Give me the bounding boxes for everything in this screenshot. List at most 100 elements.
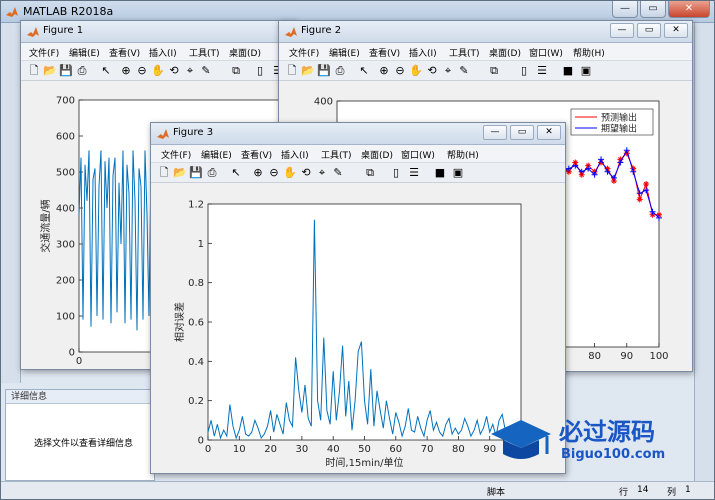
open-icon[interactable]: 📂 <box>301 64 315 78</box>
x-tick-label: 0 <box>205 444 211 455</box>
menu-help[interactable]: 帮助(H) <box>447 148 479 161</box>
menu-window[interactable]: 窗口(W) <box>529 46 563 59</box>
left-dock-strip <box>1 23 21 383</box>
show-tools-icon[interactable]: ▣ <box>579 64 593 78</box>
menu-insert[interactable]: 插入(I) <box>409 46 437 59</box>
x-tick-label: 60 <box>389 444 402 455</box>
new-figure-icon[interactable]: 🗋 <box>285 64 299 78</box>
new-figure-icon[interactable]: 🗋 <box>27 64 41 78</box>
zoom-in-icon[interactable]: ⊕ <box>377 64 391 78</box>
colorbar-icon[interactable]: ▯ <box>517 64 531 78</box>
colorbar-icon[interactable]: ▯ <box>253 64 267 78</box>
zoom-out-icon[interactable]: ⊖ <box>393 64 407 78</box>
save-icon[interactable]: 💾 <box>189 166 203 180</box>
figure-3-title-bar[interactable]: Figure 3 — ▭ ✕ <box>151 123 565 145</box>
menu-view[interactable]: 查看(V) <box>369 46 400 59</box>
rotate-icon[interactable]: ⟲ <box>425 64 439 78</box>
rotate-icon[interactable]: ⟲ <box>167 64 181 78</box>
y-tick-label: 200 <box>56 276 75 287</box>
brush-icon[interactable]: ✎ <box>331 166 345 180</box>
figure-2-title-bar[interactable]: Figure 2 — ▭ ✕ <box>279 21 692 43</box>
figure-1-title-bar[interactable]: Figure 1 <box>21 21 296 43</box>
new-figure-icon[interactable]: 🗋 <box>157 166 171 180</box>
x-tick-label: 50 <box>358 444 371 455</box>
zoom-out-icon[interactable]: ⊖ <box>135 64 149 78</box>
figure-3-maximize-button[interactable]: ▭ <box>510 125 534 140</box>
link-plot-icon[interactable]: ⧉ <box>487 64 501 78</box>
site-watermark: 必过源码 Biguo100.com <box>487 408 687 468</box>
figure-2-close-button[interactable]: ✕ <box>664 23 688 38</box>
y-axis-label: 交通流量/辆 <box>39 199 52 252</box>
print-icon[interactable]: ⎙ <box>205 166 219 180</box>
menu-desktop[interactable]: 桌面(D) <box>229 46 261 59</box>
y-tick-label: 0 <box>198 436 204 447</box>
menu-file[interactable]: 文件(F) <box>29 46 59 59</box>
menu-view[interactable]: 查看(V) <box>109 46 140 59</box>
select-arrow-icon[interactable]: ↖ <box>229 166 243 180</box>
figure-2-maximize-button[interactable]: ▭ <box>637 23 661 38</box>
hide-tools-icon[interactable]: ■ <box>433 166 447 180</box>
menu-edit[interactable]: 编辑(E) <box>69 46 100 59</box>
menu-tools[interactable]: 工具(T) <box>449 46 480 59</box>
save-icon[interactable]: 💾 <box>317 64 331 78</box>
y-axis-label: 相对误差 <box>173 302 186 342</box>
y-tick-label: 700 <box>56 96 75 107</box>
zoom-in-icon[interactable]: ⊕ <box>119 64 133 78</box>
y-tick-label: 0.8 <box>188 278 204 289</box>
hide-tools-icon[interactable]: ■ <box>561 64 575 78</box>
y-tick-label: 600 <box>56 132 75 143</box>
print-icon[interactable]: ⎙ <box>333 64 347 78</box>
menu-insert[interactable]: 插入(I) <box>149 46 177 59</box>
figure-3-minimize-button[interactable]: — <box>483 125 507 140</box>
x-tick-label: 70 <box>421 444 434 455</box>
matlab-figure-icon <box>27 27 39 37</box>
link-plot-icon[interactable]: ⧉ <box>363 166 377 180</box>
pan-icon[interactable]: ✋ <box>151 64 165 78</box>
zoom-in-icon[interactable]: ⊕ <box>251 166 265 180</box>
menu-file[interactable]: 文件(F) <box>289 46 319 59</box>
watermark-sub-text: Biguo100.com <box>561 447 665 462</box>
menu-edit[interactable]: 编辑(E) <box>201 148 232 161</box>
menu-desktop[interactable]: 桌面(D) <box>489 46 521 59</box>
brush-icon[interactable]: ✎ <box>457 64 471 78</box>
link-plot-icon[interactable]: ⧉ <box>229 64 243 78</box>
figure-3-close-button[interactable]: ✕ <box>537 125 561 140</box>
menu-view[interactable]: 查看(V) <box>241 148 272 161</box>
select-arrow-icon[interactable]: ↖ <box>357 64 371 78</box>
menu-help[interactable]: 帮助(H) <box>573 46 605 59</box>
minimize-button[interactable]: — <box>612 1 638 18</box>
save-icon[interactable]: 💾 <box>59 64 73 78</box>
menu-window[interactable]: 窗口(W) <box>401 148 435 161</box>
print-icon[interactable]: ⎙ <box>75 64 89 78</box>
menu-tools[interactable]: 工具(T) <box>321 148 352 161</box>
figure-2-minimize-button[interactable]: — <box>610 23 634 38</box>
data-cursor-icon[interactable]: ⌖ <box>183 64 197 78</box>
open-icon[interactable]: 📂 <box>173 166 187 180</box>
data-cursor-icon[interactable]: ⌖ <box>315 166 329 180</box>
close-button[interactable]: ✕ <box>668 1 710 18</box>
pan-icon[interactable]: ✋ <box>409 64 423 78</box>
watermark-main-text: 必过源码 <box>559 418 655 446</box>
brush-icon[interactable]: ✎ <box>199 64 213 78</box>
select-arrow-icon[interactable]: ↖ <box>99 64 113 78</box>
legend-entry: 期望输出 <box>601 123 637 135</box>
y-tick-label: 1 <box>198 239 204 250</box>
colorbar-icon[interactable]: ▯ <box>389 166 403 180</box>
pan-icon[interactable]: ✋ <box>283 166 297 180</box>
menu-edit[interactable]: 编辑(E) <box>329 46 360 59</box>
legend-icon[interactable]: ☰ <box>535 64 549 78</box>
legend-icon[interactable]: ☰ <box>407 166 421 180</box>
maximize-button[interactable]: ▭ <box>640 1 666 18</box>
menu-desktop[interactable]: 桌面(D) <box>361 148 393 161</box>
rotate-icon[interactable]: ⟲ <box>299 166 313 180</box>
zoom-out-icon[interactable]: ⊖ <box>267 166 281 180</box>
legend: 预测输出期望输出 <box>570 108 654 136</box>
data-cursor-icon[interactable]: ⌖ <box>441 64 455 78</box>
open-icon[interactable]: 📂 <box>43 64 57 78</box>
menu-tools[interactable]: 工具(T) <box>189 46 220 59</box>
details-header[interactable]: 详细信息 <box>6 390 154 404</box>
status-col-value: 1 <box>685 485 691 495</box>
show-tools-icon[interactable]: ▣ <box>451 166 465 180</box>
menu-insert[interactable]: 插入(I) <box>281 148 309 161</box>
menu-file[interactable]: 文件(F) <box>161 148 191 161</box>
